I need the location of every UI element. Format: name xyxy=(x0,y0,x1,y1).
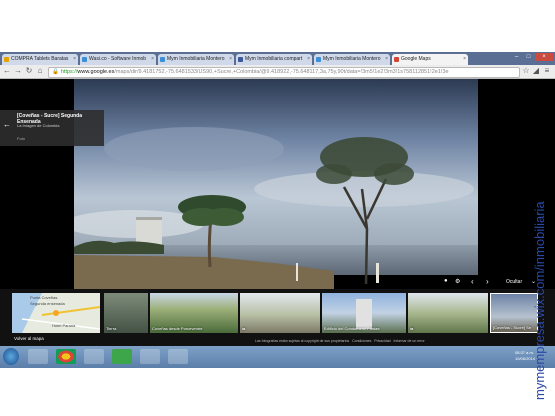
close-icon[interactable]: × xyxy=(463,54,466,65)
map-place-label: Hotel Parana xyxy=(52,323,76,328)
thumbnail-caption: Edificio del Condominio Puntae xyxy=(324,326,380,331)
document-icon[interactable] xyxy=(140,349,160,364)
footer-copyright: Las fotografías están sujetas al copyrig… xyxy=(255,339,425,343)
tab-favicon xyxy=(82,57,87,62)
address-bar[interactable]: 🔒 https://www.google.es/maps/dir/9.418175… xyxy=(48,67,520,78)
bookmark-star-icon[interactable]: ☆ xyxy=(521,66,531,76)
report-error-link[interactable]: Informar de un error xyxy=(394,339,425,343)
windows-taskbar: 08:37 a.m. 10/06/2014 xyxy=(0,346,555,368)
app-icon[interactable] xyxy=(112,349,132,364)
forward-arrow-icon[interactable]: → xyxy=(13,66,23,76)
thumbnail-earth[interactable]: Tierra xyxy=(104,293,148,333)
thumbnail-photo[interactable]: Edificio del Condominio Puntae xyxy=(322,293,406,333)
start-button[interactable] xyxy=(3,348,19,365)
facebook-icon xyxy=(238,57,243,62)
menu-icon[interactable]: ≡ xyxy=(542,66,552,76)
back-arrow-icon[interactable]: ← xyxy=(2,66,12,76)
mini-map[interactable]: Punta Coveñas Segunda ensenada Hotel Par… xyxy=(12,293,100,333)
hide-button[interactable]: Ocultar xyxy=(506,279,522,285)
url-path: /maps/dir/9.4181752,-75.6481533/US90,+Su… xyxy=(114,69,449,75)
map-place-label: Segunda ensenada xyxy=(30,301,65,306)
tab-favicon xyxy=(160,57,165,62)
url-host: www.google.es xyxy=(77,69,115,75)
chrome-icon[interactable] xyxy=(56,349,76,364)
photo-author[interactable]: La Imagen de Colombia xyxy=(17,123,59,128)
maps-favicon xyxy=(394,57,399,62)
tab-mym-facebook[interactable]: Mym Inmobiliaria compart × xyxy=(236,54,312,65)
tab-google-maps[interactable]: Google Maps × xyxy=(392,54,468,65)
filmstrip: Punta Coveñas Segunda ensenada Hotel Par… xyxy=(0,289,555,346)
home-icon[interactable]: ⌂ xyxy=(35,66,45,76)
close-icon[interactable]: × xyxy=(229,54,232,65)
photo-type: Foto xyxy=(17,136,26,141)
thumbnail-photo-selected[interactable]: [Coveñas - Sucre] Se xyxy=(490,293,538,333)
tab-label: COMPRA Tablets Baratas xyxy=(11,56,69,62)
tab-label: Mym Inmobiliaria Montero xyxy=(323,56,381,62)
close-icon[interactable]: × xyxy=(385,54,388,65)
thumbnail-streetview[interactable]: ⇆ xyxy=(408,293,488,333)
thumbnail-photo[interactable]: Coveñas desde Porceventre xyxy=(150,293,238,333)
tab-favicon xyxy=(4,57,9,62)
maximize-button[interactable]: □ xyxy=(523,53,534,61)
back-to-map-link[interactable]: Volver al mapa xyxy=(14,336,44,341)
thumbnail-caption: [Coveñas - Sucre] Se xyxy=(493,325,532,330)
close-icon[interactable]: × xyxy=(73,54,76,65)
folder-icon[interactable] xyxy=(84,349,104,364)
tab-label: Mym Inmobiliaria Montero xyxy=(167,56,225,62)
extension-icon[interactable]: ◢ xyxy=(531,66,541,76)
tab-bar: COMPRA Tablets Baratas × Wasi.co - Softw… xyxy=(0,52,555,65)
tab-label: Google Maps xyxy=(401,56,431,62)
chevron-right-icon[interactable]: › xyxy=(486,277,489,286)
close-window-button[interactable]: × xyxy=(535,53,553,61)
tab-mym-montero-2[interactable]: Mym Inmobiliaria Montero × xyxy=(314,54,390,65)
browser-window: COMPRA Tablets Baratas × Wasi.co - Softw… xyxy=(0,52,555,368)
thumbnail-caption: Coveñas desde Porceventre xyxy=(152,326,203,331)
media-player-icon[interactable] xyxy=(28,349,48,364)
photo-info-card: ← [Coveñas - Sucre] Segunda Ensenada La … xyxy=(0,110,104,146)
tab-label: Mym Inmobiliaria compart xyxy=(245,56,303,62)
tab-wasi[interactable]: Wasi.co - Software Inmob × xyxy=(80,54,156,65)
url-scheme: https:// xyxy=(60,69,78,75)
minimize-button[interactable]: – xyxy=(511,53,522,61)
paint-icon[interactable] xyxy=(168,349,188,364)
terms-link[interactable]: Condiciones xyxy=(352,339,371,343)
beach-photo[interactable] xyxy=(74,79,478,289)
watermark-text: mymempresa.wix.com/inmobiliaria xyxy=(532,201,547,400)
close-icon[interactable]: × xyxy=(151,54,154,65)
map-place-label: Punta Coveñas xyxy=(30,295,58,300)
streetview-icon: ⇆ xyxy=(242,326,246,331)
reload-icon[interactable]: ↻ xyxy=(24,66,34,76)
chevron-left-icon[interactable]: ‹ xyxy=(471,277,474,286)
account-icon[interactable]: ● xyxy=(444,278,448,284)
thumbnail-streetview[interactable]: ⇆ xyxy=(240,293,320,333)
tab-favicon xyxy=(316,57,321,62)
copyright-text: Las fotografías están sujetas al copyrig… xyxy=(255,339,350,343)
browser-toolbar: ← → ↻ ⌂ 🔒 https://www.google.es/maps/dir/… xyxy=(0,65,555,79)
streetview-icon: ⇆ xyxy=(410,326,414,331)
privacy-link[interactable]: Privacidad xyxy=(374,339,390,343)
back-arrow-icon[interactable]: ← xyxy=(3,120,11,129)
lock-icon: 🔒 xyxy=(52,69,59,75)
close-icon[interactable]: × xyxy=(307,54,310,65)
thumbnail-caption: Tierra xyxy=(106,326,117,331)
tab-mym-montero-1[interactable]: Mym Inmobiliaria Montero × xyxy=(158,54,234,65)
tab-compra-tablets[interactable]: COMPRA Tablets Baratas × xyxy=(2,54,78,65)
photo-viewer: ← [Coveñas - Sucre] Segunda Ensenada La … xyxy=(0,79,555,289)
settings-gear-icon[interactable]: ⚙ xyxy=(455,278,460,285)
tab-label: Wasi.co - Software Inmob xyxy=(89,56,147,62)
